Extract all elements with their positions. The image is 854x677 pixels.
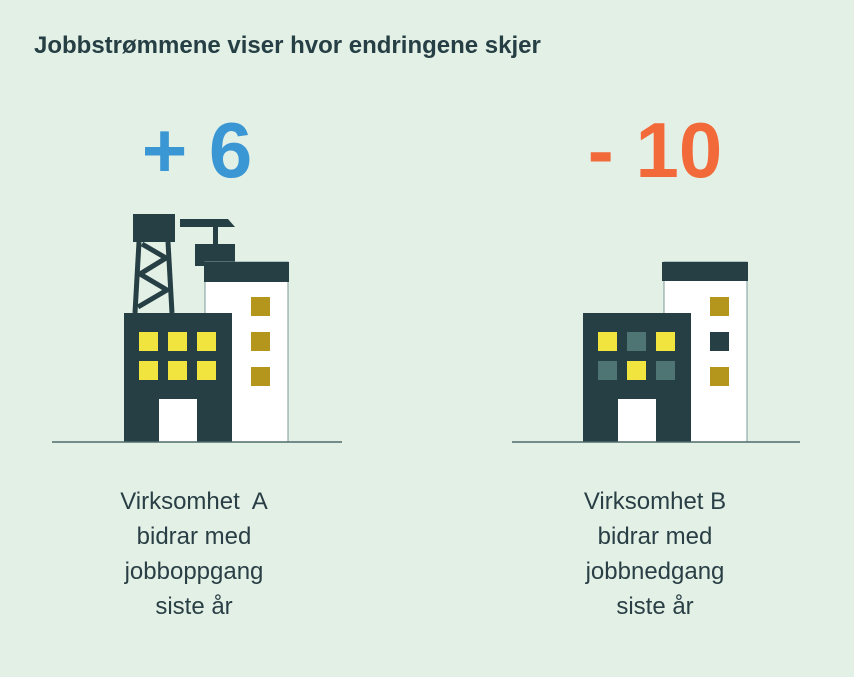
- label-line: jobboppgang: [124, 558, 264, 585]
- label-line: Virksomhet B: [583, 488, 727, 515]
- label-line: bidrar med: [597, 523, 713, 550]
- label-line: siste år: [616, 593, 694, 620]
- label-line: Virksomhet A: [120, 488, 268, 515]
- label-line: siste år: [155, 593, 233, 620]
- company-b-label: Virksomhet B bidrar med jobbnedgang sist…: [505, 484, 805, 624]
- label-line: bidrar med: [136, 523, 252, 550]
- company-b-building-icon: [512, 261, 800, 443]
- company-a-building-icon: [52, 214, 342, 443]
- label-line: jobbnedgang: [585, 558, 725, 585]
- company-a-label: Virksomhet A bidrar med jobboppgang sist…: [44, 484, 344, 624]
